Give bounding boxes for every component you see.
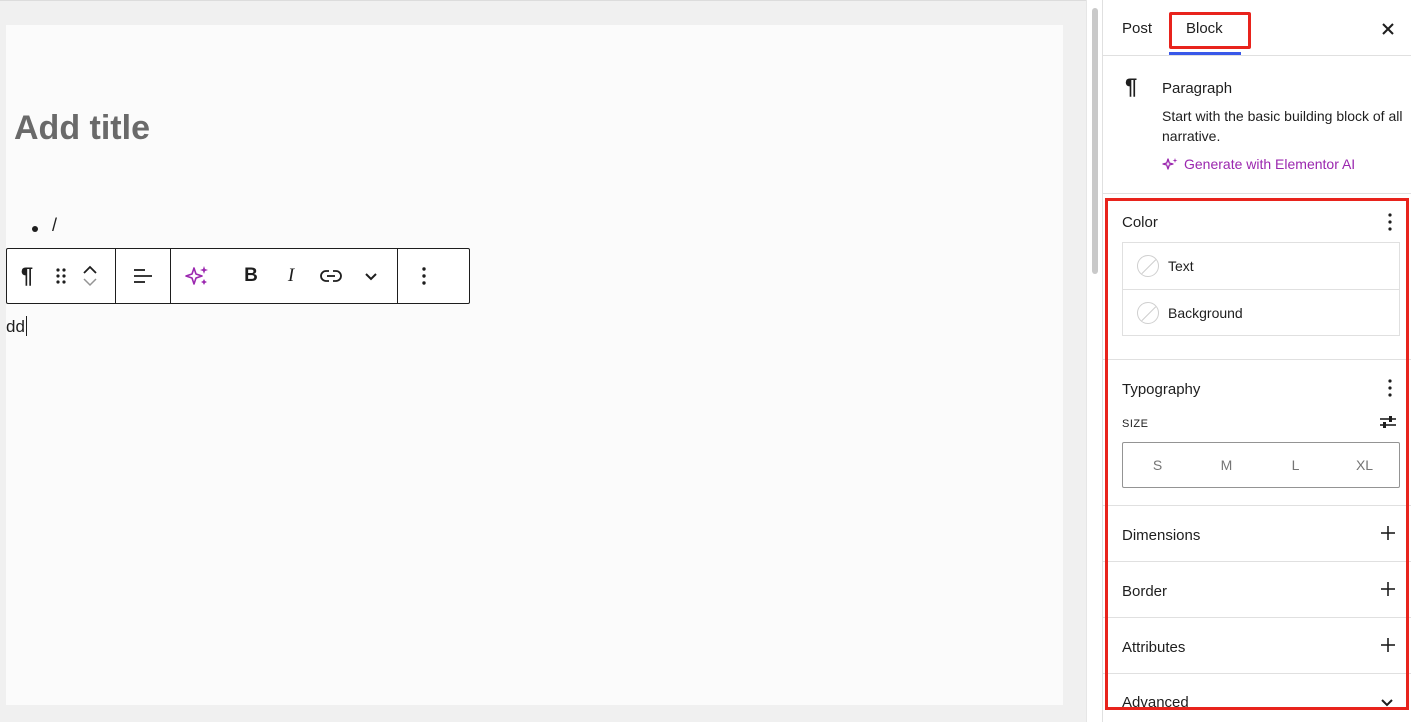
block-card: ¶ Paragraph Start with the basic buildin… — [1103, 56, 1411, 194]
color-item-background[interactable]: Background — [1123, 289, 1399, 335]
move-up-icon[interactable] — [83, 265, 97, 274]
plus-icon[interactable] — [1381, 526, 1395, 540]
block-mover — [75, 249, 105, 303]
attributes-panel[interactable]: Attributes — [1103, 618, 1411, 674]
color-item-label: Background — [1168, 304, 1243, 321]
paragraph-block[interactable]: dd — [6, 316, 27, 337]
more-formats-button[interactable] — [351, 249, 391, 303]
list-item-text[interactable]: / — [52, 215, 57, 236]
typography-options-icon[interactable] — [1388, 379, 1392, 397]
block-description: Start with the basic building block of a… — [1162, 108, 1403, 144]
bold-icon: B — [244, 265, 258, 286]
chevron-down-icon[interactable] — [1380, 698, 1394, 707]
size-option-m[interactable]: M — [1192, 443, 1261, 487]
editor-canvas-area: Add title / ¶ B I dd — [0, 0, 1086, 722]
list-bullet — [32, 226, 38, 232]
block-toolbar: ¶ B I — [6, 248, 470, 304]
size-option-s[interactable]: S — [1123, 443, 1192, 487]
editor-scrollbar[interactable] — [1086, 0, 1102, 722]
size-option-xl[interactable]: XL — [1330, 443, 1399, 487]
paragraph-type-button[interactable]: ¶ — [7, 249, 47, 303]
ai-sparkle-icon — [185, 266, 208, 285]
toolbar-group-align — [116, 249, 171, 303]
toolbar-group-options — [398, 249, 478, 303]
background-color-swatch — [1137, 301, 1159, 324]
link-button[interactable] — [311, 249, 351, 303]
size-label: SIZE — [1122, 418, 1149, 430]
color-item-label: Text — [1168, 258, 1194, 274]
attributes-panel-title: Attributes — [1122, 639, 1186, 656]
ai-button[interactable] — [177, 249, 217, 303]
color-item-text[interactable]: Text — [1123, 243, 1399, 289]
close-icon[interactable] — [1379, 20, 1397, 38]
plus-icon[interactable] — [1381, 638, 1395, 652]
border-panel-title: Border — [1122, 583, 1168, 600]
dimensions-panel-title: Dimensions — [1122, 527, 1201, 544]
color-panel-title: Color — [1122, 214, 1158, 231]
italic-icon: I — [287, 265, 295, 286]
italic-button[interactable]: I — [271, 249, 311, 303]
advanced-panel[interactable]: Advanced — [1103, 674, 1411, 722]
active-tab-indicator — [1169, 52, 1241, 55]
bold-button[interactable]: B — [231, 249, 271, 303]
plus-icon[interactable] — [1381, 582, 1395, 596]
toolbar-group-format: B I — [171, 249, 398, 303]
color-options-icon[interactable] — [1388, 213, 1392, 231]
more-options-icon — [422, 267, 426, 285]
typography-panel-title: Typography — [1122, 381, 1201, 398]
paragraph-text[interactable]: dd — [6, 317, 25, 336]
advanced-panel-title: Advanced — [1122, 694, 1189, 711]
color-list: Text Background — [1122, 242, 1400, 336]
drag-handle-icon — [56, 268, 66, 284]
app: Add title / ¶ B I dd Post Block ¶ Paragr… — [0, 0, 1411, 722]
text-caret — [25, 316, 27, 336]
ai-sparkle-icon — [1162, 158, 1178, 170]
link-icon — [320, 270, 342, 282]
typography-panel: Typography SIZE S M L XL — [1103, 360, 1411, 506]
generate-ai-link[interactable]: Generate with Elementor AI — [1162, 156, 1355, 172]
size-option-l[interactable]: L — [1261, 443, 1330, 487]
settings-sidebar: Post Block ¶ Paragraph Start with the ba… — [1102, 0, 1411, 722]
border-panel[interactable]: Border — [1103, 562, 1411, 618]
post-title-input[interactable]: Add title — [14, 109, 150, 148]
block-name: Paragraph — [1162, 80, 1233, 97]
generate-ai-label: Generate with Elementor AI — [1184, 156, 1356, 172]
color-panel: Color Text Background — [1103, 194, 1411, 360]
tab-post[interactable]: Post — [1122, 20, 1152, 37]
move-down-icon[interactable] — [83, 278, 97, 287]
text-color-swatch — [1137, 255, 1159, 277]
drag-handle-button[interactable] — [47, 249, 75, 303]
font-size-toggle: S M L XL — [1122, 442, 1400, 488]
custom-size-settings-icon[interactable] — [1379, 414, 1397, 430]
paragraph-icon: ¶ — [1125, 74, 1138, 99]
dimensions-panel[interactable]: Dimensions — [1103, 506, 1411, 562]
sidebar-tabs: Post Block — [1103, 0, 1411, 56]
paragraph-icon: ¶ — [20, 263, 34, 288]
scrollbar-thumb[interactable] — [1092, 8, 1098, 274]
editor-canvas: Add title / ¶ B I dd — [6, 25, 1063, 705]
tab-block[interactable]: Block — [1186, 20, 1223, 37]
block-options-button[interactable] — [404, 249, 444, 303]
chevron-down-icon — [365, 272, 377, 280]
align-button[interactable] — [116, 249, 170, 303]
align-left-icon — [134, 269, 152, 283]
toolbar-group-block: ¶ — [7, 249, 116, 303]
